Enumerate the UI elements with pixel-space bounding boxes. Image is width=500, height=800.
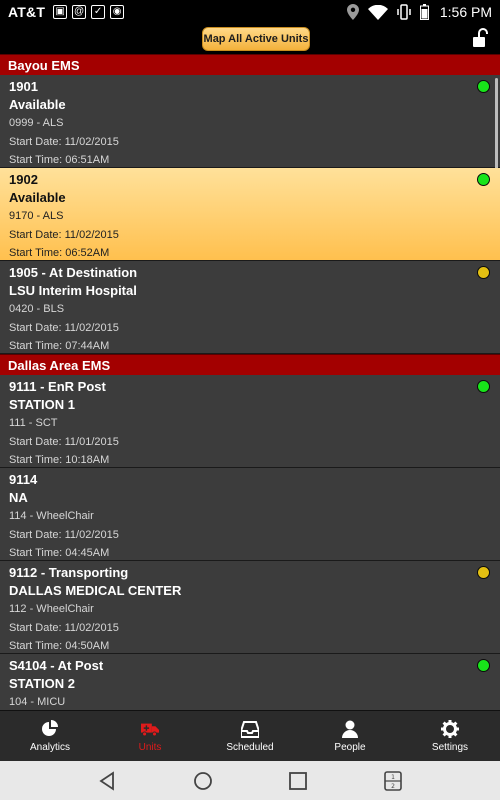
unlock-icon[interactable] (472, 28, 490, 48)
dual-window-icon[interactable]: 12 (383, 770, 403, 791)
unit-start-date: Start Date: 11/01/2015 (9, 435, 119, 448)
status-bar: AT&T ▣ @ ✓ ◉ 1:56 PM (0, 0, 500, 24)
status-indicator-icon (477, 173, 490, 186)
unit-start-date: Start Date: 11/02/2015 (9, 228, 119, 241)
unit-start-time: Start Time: 04:45AM (9, 547, 110, 559)
unit-start-date: Start Date: 11/02/2015 (9, 621, 119, 634)
location-icon (346, 4, 359, 20)
unit-type: 111 - SCT (9, 417, 58, 429)
units-list[interactable]: Bayou EMS 1901 Available 0999 - ALS Star… (0, 54, 500, 710)
unit-status: LSU Interim Hospital (9, 283, 137, 298)
unit-start-time: Start Time: 10:18AM (9, 454, 110, 466)
unit-row-1905[interactable]: 1905 - At Destination LSU Interim Hospit… (0, 261, 500, 354)
unit-row-1902[interactable]: 1902 Available 9170 - ALS Start Date: 11… (0, 168, 500, 261)
status-indicator-icon (477, 659, 490, 672)
unit-start-time: Start Time: 06:51AM (9, 154, 110, 166)
status-indicator-icon (477, 380, 490, 393)
person-icon (342, 720, 358, 738)
unit-status: DALLAS MEDICAL CENTER (9, 583, 182, 598)
tab-settings[interactable]: Settings (400, 711, 500, 761)
tab-label: People (334, 741, 366, 753)
unit-type: 104 - MICU (9, 696, 66, 708)
unit-status: NA (9, 490, 28, 505)
ambulance-icon (141, 723, 159, 736)
unit-status: STATION 2 (9, 676, 75, 691)
system-nav-bar: 12 (0, 761, 500, 800)
battery-icon (419, 4, 429, 20)
gear-icon (441, 719, 459, 738)
unit-type: 0999 - ALS (9, 117, 64, 129)
unit-start-date: Start Date: 11/02/2015 (9, 321, 119, 334)
status-indicator-icon (477, 566, 490, 579)
unit-row-9112[interactable]: 9112 - Transporting DALLAS MEDICAL CENTE… (0, 561, 500, 654)
status-indicator-icon (477, 266, 490, 279)
group-header-bayou-ems: Bayou EMS (0, 54, 500, 75)
unit-start-date: Start Date: 11/02/2015 (9, 528, 119, 541)
tab-units[interactable]: Units (100, 711, 200, 761)
vibrate-icon (397, 4, 411, 20)
recents-icon[interactable] (288, 771, 308, 791)
unit-start-time: Start Time: 06:52AM (9, 247, 110, 259)
tab-label: Analytics (29, 741, 70, 753)
unit-id: 1905 - At Destination (9, 265, 138, 280)
pie-chart-icon (42, 719, 58, 736)
unit-start-time: Start Time: 07:44AM (9, 340, 110, 352)
unit-row-1901[interactable]: 1901 Available 0999 - ALS Start Date: 11… (0, 75, 500, 200)
unit-row-9111[interactable]: 9111 - EnR Post STATION 1 111 - SCT Star… (0, 375, 500, 468)
unit-status: Available (9, 190, 66, 205)
tab-label: Settings (431, 741, 469, 753)
unit-id: 9112 - Transporting (9, 565, 129, 580)
unit-start-date: Start Date: 11/02/2015 (9, 135, 119, 148)
unit-id: S4104 - At Post (9, 658, 104, 673)
status-indicator-icon (477, 80, 490, 93)
map-all-active-units-button[interactable]: Map All Active Units (202, 27, 310, 51)
inbox-icon (241, 720, 259, 738)
unit-row-9114[interactable]: 9114 NA 114 - WheelChair Start Date: 11/… (0, 468, 500, 561)
bottom-tab-bar: Analytics Units Scheduled People Setting… (0, 710, 500, 761)
unit-start-time: Start Time: 04:50AM (9, 640, 110, 652)
wifi-icon (367, 4, 388, 20)
unit-status: STATION 1 (9, 397, 75, 412)
home-icon[interactable] (193, 771, 213, 791)
unit-row-s4104[interactable]: S4104 - At Post STATION 2 104 - MICU (0, 654, 500, 710)
back-icon[interactable] (98, 770, 118, 791)
action-bar: Map All Active Units (0, 24, 500, 54)
tab-label: Units (138, 741, 162, 753)
unit-type: 9170 - ALS (9, 210, 64, 222)
photo-icon: ▣ (53, 5, 68, 19)
camera-icon: ◉ (110, 5, 125, 19)
at-icon: @ (72, 5, 87, 19)
unit-id: 1902 (9, 172, 38, 187)
checkbox-icon: ✓ (91, 5, 106, 19)
svg-text:1: 1 (391, 774, 395, 781)
tab-analytics[interactable]: Analytics (0, 711, 100, 761)
unit-id: 9111 - EnR Post (9, 379, 106, 394)
unit-status: Available (9, 97, 66, 112)
tab-people[interactable]: People (300, 711, 400, 761)
carrier-label: AT&T (8, 4, 46, 20)
unit-type: 114 - WheelChair (9, 510, 94, 522)
unit-id: 1901 (9, 79, 38, 94)
svg-text:2: 2 (391, 783, 395, 790)
tab-label: Scheduled (226, 741, 274, 753)
tab-scheduled[interactable]: Scheduled (200, 711, 300, 761)
unit-type: 0420 - BLS (9, 303, 65, 315)
unit-id: 9114 (9, 472, 38, 487)
unit-type: 112 - WheelChair (9, 603, 94, 615)
group-header-dallas-area-ems: Dallas Area EMS (0, 354, 500, 375)
clock: 1:56 PM (439, 4, 492, 20)
